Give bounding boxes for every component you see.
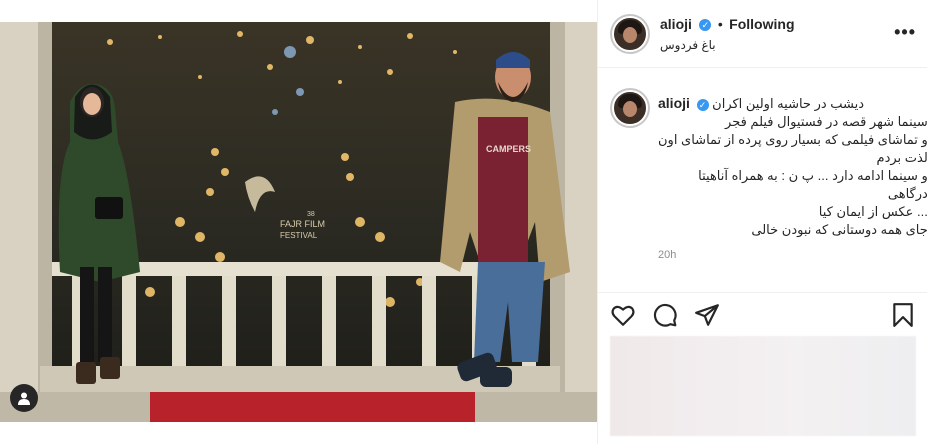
verified-badge-icon: ✓ xyxy=(696,98,709,111)
user-tag-icon xyxy=(18,392,30,405)
caption-line: سینما شهر قصه در فستیوال فیلم فجر xyxy=(725,114,927,129)
caption-line: لذت بردم xyxy=(876,150,927,165)
caption-line: و سینما ادامه دارد ... پ ن : به همراه آن… xyxy=(698,168,927,183)
action-bar xyxy=(598,292,927,336)
user-tag-button[interactable] xyxy=(10,384,38,412)
caption-line: جای همه دوستانی که نبودن خالی xyxy=(751,222,927,237)
location-link[interactable]: باغ فردوس xyxy=(660,38,716,52)
post-photo[interactable]: FAJR FILM FESTIVAL 38 CAMPERS xyxy=(0,22,597,422)
caption-line: و تماشای فیلمی که بسیار روی پرده از تماش… xyxy=(658,132,927,147)
caption-username[interactable]: alioji xyxy=(658,95,690,111)
username-link[interactable]: alioji xyxy=(660,16,692,32)
header-meta: alioji ✓ • Following xyxy=(660,16,795,32)
caption-line: درگاهی xyxy=(887,186,927,201)
post-header: alioji ✓ • Following باغ فردوس ••• xyxy=(598,0,927,68)
watermark-number: 38 xyxy=(307,211,315,218)
shirt-print: CAMPERS xyxy=(486,144,531,154)
more-options-button[interactable]: ••• xyxy=(894,22,916,43)
photo-pane: FAJR FILM FESTIVAL 38 CAMPERS xyxy=(0,0,597,444)
heart-icon[interactable] xyxy=(610,302,636,328)
post-timestamp[interactable]: 20h xyxy=(658,249,916,261)
share-icon[interactable] xyxy=(694,302,720,328)
post-sidebar: alioji ✓ • Following باغ فردوس ••• alioj… xyxy=(597,0,927,444)
watermark-subtitle: FESTIVAL xyxy=(280,231,318,240)
verified-badge-icon: ✓ xyxy=(699,18,712,31)
avatar[interactable] xyxy=(612,16,648,52)
bookmark-icon[interactable] xyxy=(890,302,916,328)
caption-line: دیشب در حاشیه اولین اکران xyxy=(712,96,865,111)
caption: alioji ✓ دیشب در حاشیه اولین اکران سینما… xyxy=(598,94,927,261)
caption-line: ... عکس از ایمان کیا xyxy=(818,204,927,219)
following-button[interactable]: Following xyxy=(729,16,794,32)
comments-section xyxy=(610,336,916,436)
watermark-title: FAJR FILM xyxy=(280,219,325,229)
comment-icon[interactable] xyxy=(652,302,678,328)
